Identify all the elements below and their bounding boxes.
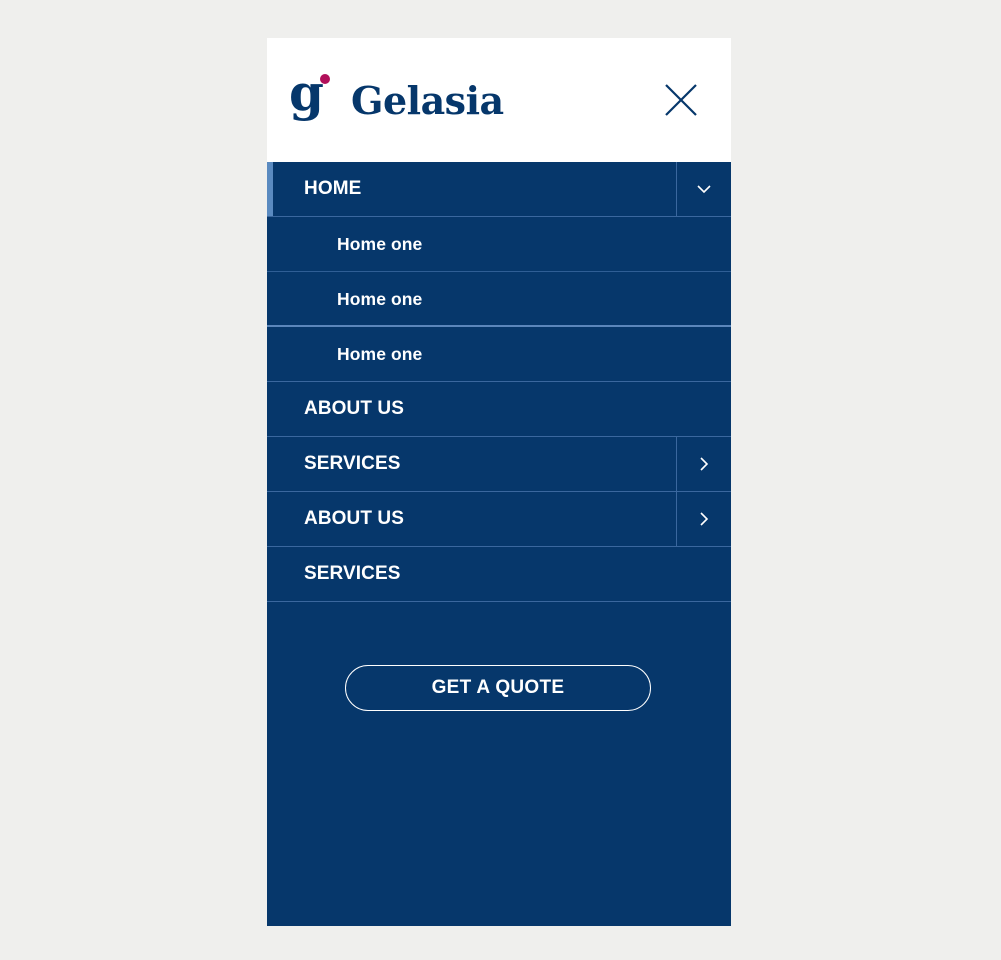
nav-item-label: ABOUT US [304, 398, 405, 419]
close-button[interactable] [659, 78, 703, 122]
nav-subitem-label: Home one [337, 289, 423, 309]
nav-item-label: ABOUT US [304, 508, 405, 529]
nav-subitem-home-one[interactable]: Home one [267, 217, 731, 272]
svg-text:g: g [289, 74, 324, 122]
nav-subitem-label: Home one [337, 234, 423, 254]
chevron-down-icon [697, 185, 711, 194]
chevron-right-icon [700, 457, 709, 471]
nav-item-label: SERVICES [304, 563, 401, 584]
g-logo-icon[interactable]: g [289, 74, 333, 128]
nav-item-home[interactable]: HOME [267, 162, 731, 217]
submenu-toggle-home[interactable] [676, 162, 731, 216]
submenu-toggle-services[interactable] [676, 437, 731, 491]
nav-item-label: SERVICES [304, 453, 401, 474]
nav-subitem-home-one[interactable]: Home one [267, 272, 731, 327]
nav-subitem-home-one[interactable]: Home one [267, 327, 731, 382]
active-indicator [267, 162, 273, 216]
nav-item-services[interactable]: SERVICES [267, 437, 731, 492]
nav-subitem-label: Home one [337, 344, 423, 364]
nav-header: g Gelasia [267, 38, 731, 162]
brand-name[interactable]: Gelasia [351, 78, 504, 124]
nav-item-label: HOME [304, 178, 362, 199]
mobile-nav-panel: g Gelasia HOME Home one Home one Home on… [267, 38, 731, 926]
nav-menu: HOME Home one Home one Home one ABOUT US… [267, 162, 731, 602]
nav-item-about-us[interactable]: ABOUT US [267, 382, 731, 437]
get-a-quote-button[interactable]: GET A QUOTE [345, 665, 651, 711]
submenu-toggle-about-us[interactable] [676, 492, 731, 546]
chevron-right-icon [700, 512, 709, 526]
nav-item-services[interactable]: SERVICES [267, 547, 731, 602]
nav-item-about-us[interactable]: ABOUT US [267, 492, 731, 547]
close-icon [665, 84, 697, 116]
